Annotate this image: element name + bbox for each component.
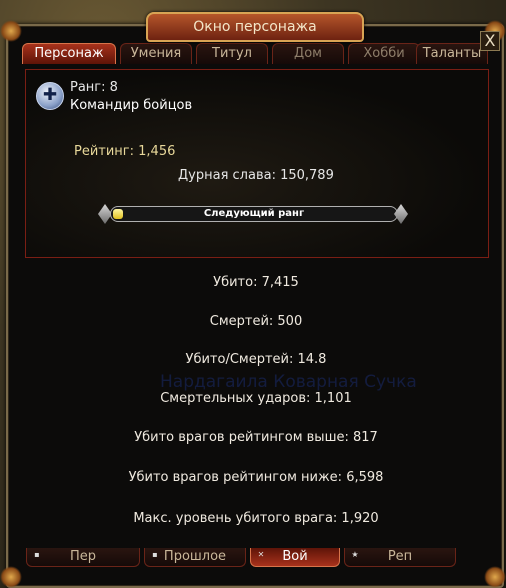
bottom-tab-per[interactable]: ▪ Пер xyxy=(26,548,140,567)
window-title[interactable]: Окно персонажа xyxy=(146,12,364,42)
stat-kills-lower-label: Убито врагов рейтингом ниже: 6,598 xyxy=(128,470,384,485)
stat-kills-lower-rank: Убито врагов рейтингом ниже: 6,598 xyxy=(25,465,487,491)
rank-title: Командир бойцов xyxy=(70,98,193,113)
infamy-value: Дурная слава: 150,789 xyxy=(178,168,334,183)
tab-marker-icon: ▪ xyxy=(34,550,40,559)
corner-ornament-icon xyxy=(484,566,506,588)
stat-max-enemy-level: Макс. уровень убитого врага: 1,920 xyxy=(25,506,487,532)
corner-ornament-icon xyxy=(0,20,22,42)
rating-value: Рейтинг: 1,456 xyxy=(74,144,176,159)
stat-kills-label: Убито: 7,415 xyxy=(213,275,299,290)
rank-value: Ранг: 8 xyxy=(70,80,118,95)
stat-deaths: Смертей: 500 xyxy=(25,309,487,335)
bottom-tab-rep-label: Реп xyxy=(387,549,413,564)
close-button[interactable]: X xyxy=(480,31,500,51)
tab-house[interactable]: Дом xyxy=(272,43,344,64)
bottom-tab-war-label: Вой xyxy=(282,549,308,564)
bottom-tabs: ▪ Пер ▪ Прошлое ✕ Вой ★ Реп xyxy=(26,548,488,568)
stat-max-enemy-label: Макс. уровень убитого врага: 1,920 xyxy=(133,511,379,526)
stat-kills: Убито: 7,415 xyxy=(25,270,487,296)
rank-cross-icon: ✚ xyxy=(36,82,64,110)
progress-label: Следующий ранг xyxy=(203,208,305,219)
stat-kd-ratio-label: Убито/Смертей: 14.8 xyxy=(185,352,327,367)
stat-kd-ratio: Убито/Смертей: 14.8 xyxy=(25,347,487,373)
stat-kills-higher-rank: Убито врагов рейтингом выше: 817 xyxy=(25,425,487,451)
tab-marker-icon: ★ xyxy=(351,550,359,559)
bottom-tab-war[interactable]: ✕ Вой xyxy=(250,548,340,567)
progress-bar: Следующий ранг xyxy=(110,206,398,222)
tab-hobby[interactable]: Хобби xyxy=(348,43,420,64)
stat-killing-blows-label: Смертельных ударов: 1,101 xyxy=(160,391,352,406)
stat-deaths-label: Смертей: 500 xyxy=(209,314,303,329)
stat-kills-higher-label: Убито врагов рейтингом выше: 817 xyxy=(134,430,378,445)
bottom-tab-rep[interactable]: ★ Реп xyxy=(344,548,456,567)
tab-skills[interactable]: Умения xyxy=(120,43,192,64)
tab-character[interactable]: Персонаж xyxy=(22,43,116,64)
next-rank-progress: Следующий ранг xyxy=(98,204,408,224)
tab-marker-icon: ▪ xyxy=(152,550,158,559)
top-tabs: Персонаж Умения Титул Дом Хобби Таланты xyxy=(22,43,488,65)
rank-panel: ✚ Ранг: 8 Командир бойцов Рейтинг: 1,456… xyxy=(25,69,489,258)
stat-killing-blows: Смертельных ударов: 1,101 xyxy=(25,386,487,412)
bottom-tab-per-label: Пер xyxy=(69,549,97,564)
bottom-tab-past[interactable]: ▪ Прошлое xyxy=(144,548,246,567)
corner-ornament-icon xyxy=(0,566,22,588)
tab-marker-icon: ✕ xyxy=(257,550,265,559)
tab-talents[interactable]: Таланты xyxy=(416,43,488,64)
tab-title[interactable]: Титул xyxy=(196,43,268,64)
bottom-tab-past-label: Прошлое xyxy=(163,549,227,564)
